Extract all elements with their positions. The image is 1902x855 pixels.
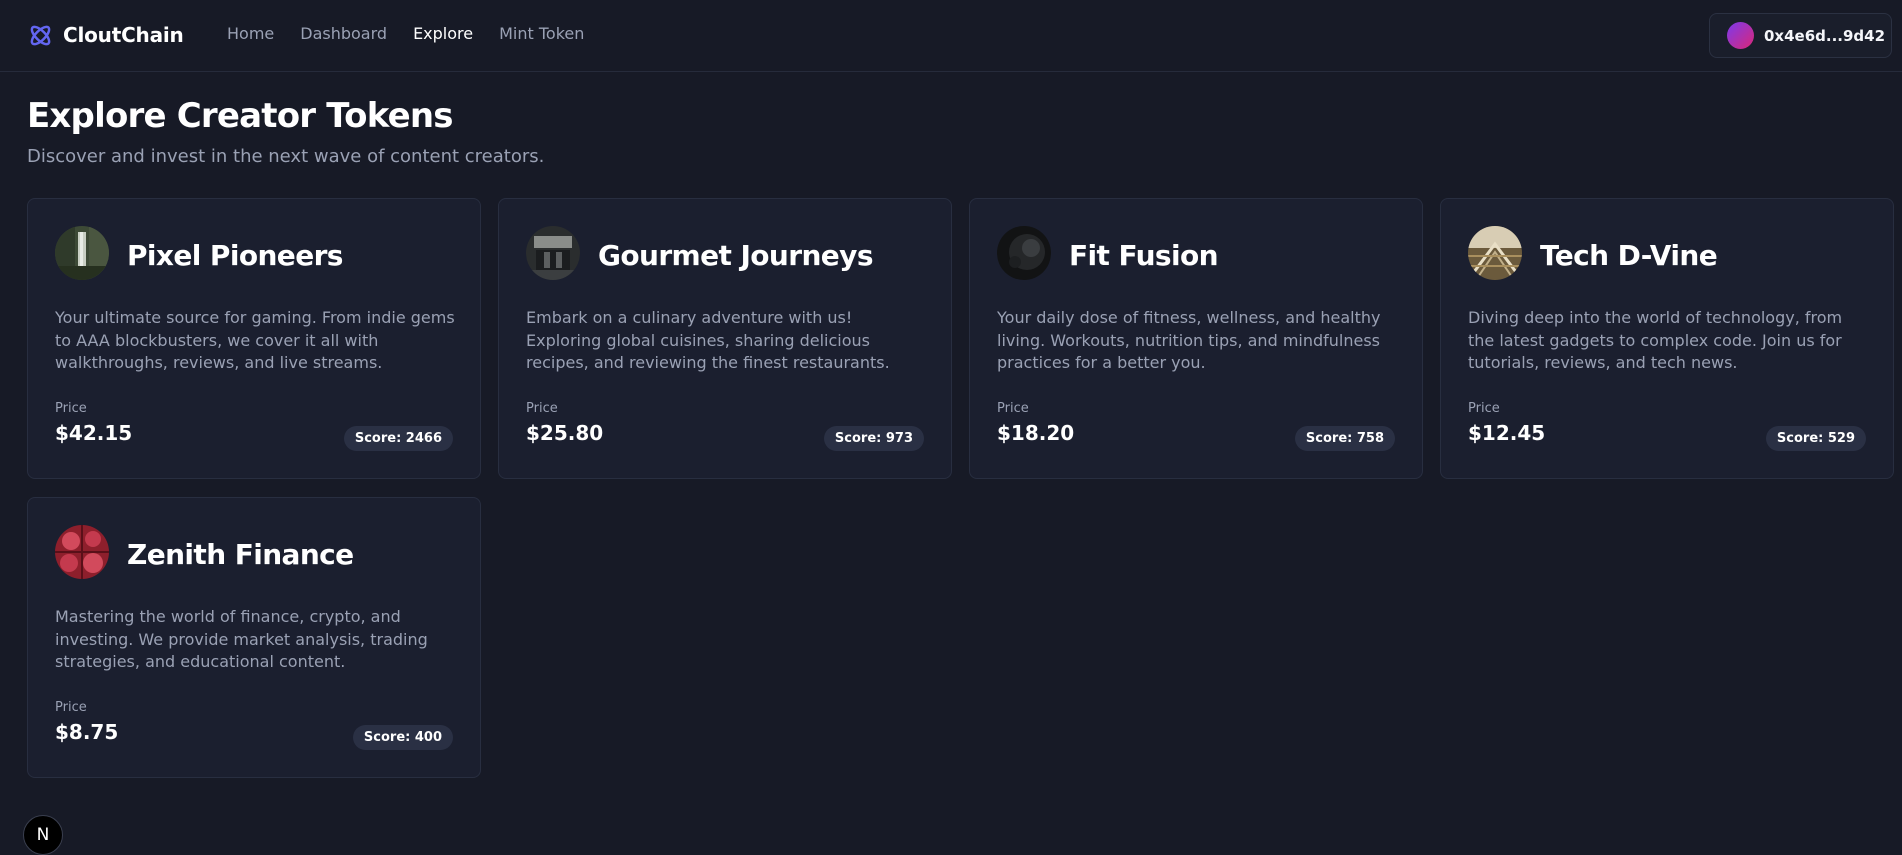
- creator-description: Your daily dose of fitness, wellness, an…: [997, 308, 1381, 372]
- wallet-avatar: [1727, 22, 1754, 49]
- creator-name: Tech D-Vine: [1540, 239, 1718, 272]
- nav-explore[interactable]: Explore: [413, 22, 473, 46]
- score-badge: Score: 2466: [343, 426, 453, 451]
- creator-card-zenith-finance[interactable]: Zenith Finance Mastering the world of fi…: [27, 497, 481, 778]
- creator-description: Diving deep into the world of technology…: [1468, 308, 1843, 372]
- page-title: Explore Creator Tokens: [27, 96, 454, 136]
- creator-name: Fit Fusion: [1069, 239, 1219, 272]
- token-price: $42.15: [55, 421, 133, 445]
- score-badge: Score: 400: [352, 725, 453, 750]
- score-badge: Score: 758: [1294, 426, 1395, 451]
- creator-description: Embark on a culinary adventure with us! …: [526, 308, 890, 372]
- creator-card-tech-d-vine[interactable]: Tech D-Vine Diving deep into the world o…: [1440, 198, 1894, 479]
- creator-card-pixel-pioneers[interactable]: Pixel Pioneers Your ultimate source for …: [27, 198, 481, 479]
- score-badge: Score: 529: [1765, 426, 1866, 451]
- creator-card-fit-fusion[interactable]: Fit Fusion Your daily dose of fitness, w…: [969, 198, 1423, 479]
- creator-name: Zenith Finance: [127, 538, 354, 571]
- logo-icon: [27, 22, 54, 49]
- creator-description: Mastering the world of finance, crypto, …: [55, 607, 428, 671]
- brand-name: CloutChain: [63, 23, 184, 47]
- main-nav: Home Dashboard Explore Mint Token: [227, 22, 584, 46]
- brand[interactable]: CloutChain: [27, 20, 184, 50]
- nextjs-logo-icon: N: [36, 825, 50, 845]
- wallet-address: 0x4e6d...9d42: [1764, 26, 1886, 45]
- creator-description: Your ultimate source for gaming. From in…: [55, 308, 455, 372]
- token-price: $8.75: [55, 720, 119, 744]
- price-label: Price: [997, 401, 1029, 416]
- nextjs-dev-indicator[interactable]: N: [23, 815, 63, 855]
- price-label: Price: [1468, 401, 1500, 416]
- creator-name: Pixel Pioneers: [127, 239, 343, 272]
- token-price: $18.20: [997, 421, 1075, 445]
- score-badge: Score: 973: [823, 426, 924, 451]
- nav-dashboard[interactable]: Dashboard: [300, 22, 387, 46]
- price-label: Price: [55, 700, 87, 715]
- token-price: $25.80: [526, 421, 604, 445]
- token-price: $12.45: [1468, 421, 1546, 445]
- creator-avatar: [55, 226, 109, 280]
- creator-avatar: [997, 226, 1051, 280]
- creator-avatar: [55, 525, 109, 579]
- price-label: Price: [526, 401, 558, 416]
- top-navbar: CloutChain Home Dashboard Explore Mint T…: [0, 0, 1902, 72]
- price-label: Price: [55, 401, 87, 416]
- creator-avatar: [1468, 226, 1522, 280]
- creator-card-gourmet-journeys[interactable]: Gourmet Journeys Embark on a culinary ad…: [498, 198, 952, 479]
- nav-home[interactable]: Home: [227, 22, 274, 46]
- page-subtitle: Discover and invest in the next wave of …: [27, 146, 545, 167]
- creator-avatar: [526, 226, 580, 280]
- creator-name: Gourmet Journeys: [598, 239, 874, 272]
- nav-mint-token[interactable]: Mint Token: [499, 22, 584, 46]
- wallet-button[interactable]: 0x4e6d...9d42: [1709, 13, 1892, 58]
